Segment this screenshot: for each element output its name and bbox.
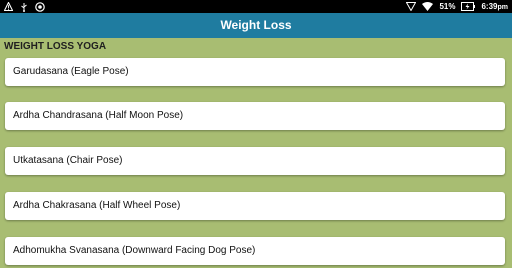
system-indicators: 51% 6:39pm [406, 1, 508, 12]
pose-label: Ardha Chandrasana (Half Moon Pose) [13, 110, 184, 121]
pose-label: Adhomukha Svanasana (Downward Facing Dog… [13, 245, 256, 256]
pose-item-garudasana[interactable]: Garudasana (Eagle Pose) [5, 58, 505, 86]
clock: 6:39pm [481, 2, 508, 11]
app-notification-icon [35, 1, 45, 12]
battery-charging-icon [461, 2, 476, 11]
section-header: WEIGHT LOSS YOGA [4, 41, 107, 52]
notification-icons [4, 1, 45, 12]
app-bar: Weight Loss [0, 13, 512, 38]
usb-icon [21, 2, 27, 12]
pose-item-ardha-chakrasana[interactable]: Ardha Chakrasana (Half Wheel Pose) [5, 192, 505, 220]
wifi-icon [422, 2, 434, 11]
cast-icon [406, 2, 417, 11]
pose-label: Ardha Chakrasana (Half Wheel Pose) [13, 200, 181, 211]
pose-item-ardha-chandrasana[interactable]: Ardha Chandrasana (Half Moon Pose) [5, 102, 505, 130]
app-title: Weight Loss [220, 18, 292, 32]
pose-label: Garudasana (Eagle Pose) [13, 66, 129, 77]
pose-item-adhomukha-svanasana[interactable]: Adhomukha Svanasana (Downward Facing Dog… [5, 237, 505, 265]
status-bar: 51% 6:39pm [0, 0, 512, 13]
pose-label: Utkatasana (Chair Pose) [13, 155, 123, 166]
warning-icon [4, 2, 13, 11]
pose-item-utkatasana[interactable]: Utkatasana (Chair Pose) [5, 147, 505, 175]
battery-percent: 51% [439, 2, 456, 11]
